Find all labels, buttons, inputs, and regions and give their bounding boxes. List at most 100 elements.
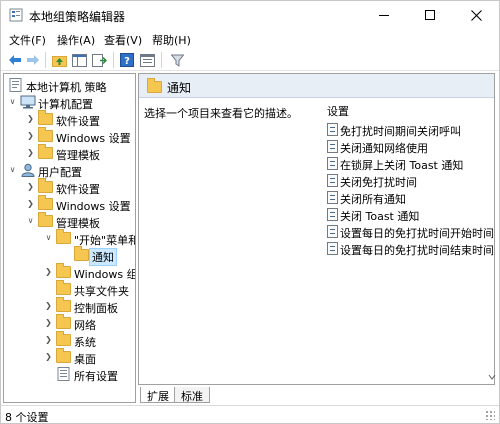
show-hide-tree-icon: [71, 53, 87, 67]
setting-item[interactable]: 关闭通知网络使用: [327, 138, 492, 155]
collapsed-chevron-icon[interactable]: ❯: [26, 113, 35, 124]
policy-setting-icon: [327, 242, 338, 255]
up-folder-icon: [51, 55, 67, 67]
tree-item-root[interactable]: 本地计算机 策略: [4, 77, 135, 94]
setting-item[interactable]: 关闭免打扰时间: [327, 172, 492, 189]
window: 本地组策略编辑器 文件(F) 操作(A) 查看(V) 帮助(H) ? 本地计算机…: [0, 0, 500, 424]
policy-setting-icon: [327, 174, 338, 187]
collapsed-chevron-icon[interactable]: ❯: [44, 317, 53, 328]
forward-button[interactable]: [25, 52, 41, 68]
setting-item[interactable]: 免打扰时间期间关闭呼叫: [327, 121, 492, 138]
minimize-button[interactable]: [361, 1, 407, 29]
description-text: 选择一个项目来查看它的描述。: [144, 107, 298, 120]
setting-item[interactable]: 设置每日的免打扰时间开始时间: [327, 223, 494, 240]
setting-label: 关闭免打扰时间: [340, 176, 417, 189]
minimize-icon: [379, 14, 389, 16]
collapsed-chevron-icon[interactable]: ❯: [44, 300, 53, 311]
expanded-chevron-icon[interactable]: ∨: [26, 215, 35, 226]
tree-item-cc-software[interactable]: ❯ 软件设置: [4, 110, 135, 128]
back-icon: [9, 55, 21, 65]
tree-label: 本地计算机 策略: [26, 81, 107, 94]
tab-extended[interactable]: 扩展: [140, 387, 176, 403]
help-button[interactable]: ?: [119, 52, 135, 68]
policy-tree[interactable]: 本地计算机 策略 ∨ 计算机配置 ❯ 软件设置 ❯ Windows 设置 ❯ 管…: [3, 73, 136, 403]
status-bar: 8 个设置: [1, 405, 499, 424]
tree-item-shared-folders[interactable]: 共享文件夹: [4, 280, 135, 298]
collapsed-chevron-icon[interactable]: ❯: [44, 351, 53, 362]
help-icon: ?: [120, 53, 134, 67]
folder-icon: [38, 212, 54, 228]
toolbar: ?: [1, 49, 499, 71]
policy-setting-icon: [327, 123, 338, 136]
chevron-down-icon: [488, 374, 496, 380]
menu-file[interactable]: 文件(F): [9, 32, 46, 48]
folder-icon: [38, 195, 54, 211]
collapsed-chevron-icon[interactable]: ❯: [44, 334, 53, 345]
tree-label: 通知: [89, 248, 117, 266]
tree-item-cc-admin[interactable]: ❯ 管理模板: [4, 144, 135, 162]
policy-setting-icon: [327, 191, 338, 204]
expanded-chevron-icon[interactable]: ∨: [8, 96, 17, 107]
scroll-down-arrow[interactable]: [488, 371, 496, 385]
up-button[interactable]: [51, 52, 67, 68]
tree-item-cc-windows[interactable]: ❯ Windows 设置: [4, 127, 135, 145]
tree-item-uc-admin[interactable]: ∨ 管理模板: [4, 212, 135, 230]
back-button[interactable]: [7, 52, 23, 68]
tree-item-system[interactable]: ❯ 系统: [4, 331, 135, 349]
tree-item-network[interactable]: ❯ 网络: [4, 314, 135, 332]
maximize-button[interactable]: [407, 1, 453, 29]
tree-item-computer-config[interactable]: ∨ 计算机配置: [4, 94, 135, 111]
toolbar-separator: [113, 52, 114, 68]
setting-item[interactable]: 设置每日的免打扰时间结束时间: [327, 240, 494, 257]
tree-item-all-settings[interactable]: 所有设置: [4, 366, 135, 383]
tree-item-windows-components[interactable]: ❯ Windows 组: [4, 263, 135, 281]
tree-label: 软件设置: [56, 183, 100, 196]
folder-icon: [38, 144, 54, 160]
open-folder-icon: [74, 246, 90, 262]
expanded-chevron-icon[interactable]: ∨: [8, 164, 17, 175]
collapsed-chevron-icon[interactable]: ❯: [26, 181, 35, 192]
setting-item[interactable]: 关闭 Toast 通知: [327, 206, 492, 223]
setting-item[interactable]: 关闭所有通知: [327, 189, 492, 206]
expanded-chevron-icon[interactable]: ∨: [44, 232, 53, 243]
policy-setting-icon: [327, 225, 338, 238]
tree-label: 软件设置: [56, 115, 100, 128]
all-settings-icon: [57, 367, 70, 381]
export-list-button[interactable]: [91, 52, 107, 68]
resize-grip[interactable]: [485, 410, 495, 420]
folder-icon: [56, 229, 72, 245]
menu-bar: 文件(F) 操作(A) 查看(V) 帮助(H): [1, 29, 499, 49]
menu-action[interactable]: 操作(A): [57, 32, 95, 48]
maximize-icon: [425, 10, 435, 20]
tab-standard[interactable]: 标准: [174, 387, 210, 403]
tree-item-uc-windows[interactable]: ❯ Windows 设置: [4, 195, 135, 213]
settings-column-header[interactable]: 设置: [327, 103, 349, 119]
show-hide-tree-button[interactable]: [71, 52, 87, 68]
setting-item[interactable]: 在锁屏上关闭 Toast 通知: [327, 155, 492, 172]
collapsed-chevron-icon[interactable]: ❯: [26, 147, 35, 158]
folder-icon: [56, 280, 72, 296]
folder-icon: [56, 314, 72, 330]
tree-item-start-menu[interactable]: ∨ "开始"菜单和: [4, 229, 135, 247]
collapsed-chevron-icon[interactable]: ❯: [26, 130, 35, 141]
tree-item-control-panel[interactable]: ❯ 控制面板: [4, 297, 135, 315]
menu-view[interactable]: 查看(V): [104, 32, 142, 48]
tree-item-uc-software[interactable]: ❯ 软件设置: [4, 178, 135, 196]
tree-label: 系统: [74, 336, 96, 349]
folder-icon: [38, 127, 54, 143]
tree-label: 管理模板: [56, 149, 100, 162]
tree-item-user-config[interactable]: ∨ 用户配置: [4, 162, 135, 179]
export-list-icon: [91, 53, 107, 67]
setting-label: 关闭通知网络使用: [340, 142, 428, 155]
collapsed-chevron-icon[interactable]: ❯: [44, 266, 53, 277]
details-pane: 通知 选择一个项目来查看它的描述。 设置 免打扰时间期间关闭呼叫 关闭通知网络使…: [138, 73, 495, 385]
menu-help[interactable]: 帮助(H): [152, 32, 191, 48]
collapsed-chevron-icon[interactable]: ❯: [26, 198, 35, 209]
filter-button[interactable]: [169, 52, 185, 68]
tree-item-desktop[interactable]: ❯ 桌面: [4, 348, 135, 366]
setting-label: 设置每日的免打扰时间开始时间: [340, 227, 494, 240]
folder-icon: [147, 78, 162, 96]
tree-item-notifications[interactable]: 通知: [4, 246, 135, 266]
properties-button[interactable]: [139, 52, 155, 68]
close-button[interactable]: [453, 1, 499, 29]
